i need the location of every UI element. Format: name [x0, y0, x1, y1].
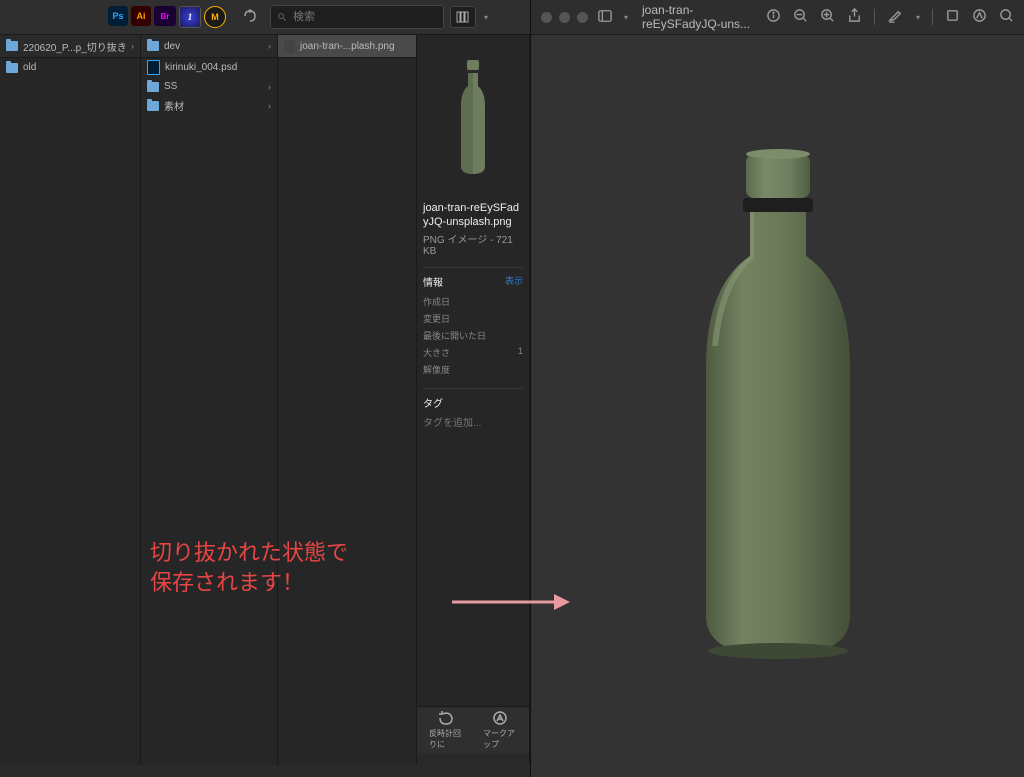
info-icon[interactable] [766, 8, 781, 26]
chevron-down-icon[interactable]: ▾ [624, 13, 628, 22]
row-res: 解像度 [423, 363, 523, 376]
captureone-icon[interactable]: 1 [179, 6, 201, 28]
preview-toolbar: ▾ joan-tran-reEySFadyJQ-uns... ▾ [531, 0, 1024, 35]
chevron-right-icon: › [268, 82, 271, 92]
app-switcher: Ps Ai Br 1 M [108, 6, 226, 28]
chevron-down-icon[interactable]: ▾ [484, 13, 488, 22]
column-1-title: 220620_P...p_切り抜き [23, 39, 127, 54]
search-input[interactable] [291, 10, 437, 24]
boomerang-icon[interactable] [242, 8, 258, 27]
folder-item-sozai[interactable]: 素材 › [141, 96, 277, 115]
column-2: dev › kirinuki_004.psd SS › 素材 › [141, 35, 278, 765]
rotate-label: 反時計回りに [429, 728, 463, 750]
item-label: 素材 [164, 98, 184, 113]
add-tag-field[interactable]: タグを追加... [423, 414, 523, 429]
zoom-in-icon[interactable] [820, 8, 835, 26]
row-size: 大きさ [423, 346, 518, 359]
modo-icon[interactable]: M [204, 6, 226, 28]
show-more-link[interactable]: 表示 [505, 274, 523, 289]
tags-header: タグ [423, 395, 443, 410]
column-3: joan-tran-...plash.png [278, 35, 417, 765]
minimize-icon[interactable] [559, 12, 570, 23]
bottle-image [688, 146, 868, 666]
markup-button[interactable]: マークアップ [483, 710, 517, 750]
psd-icon [147, 60, 160, 75]
column-browser: 220620_P...p_切り抜き › old dev › kirinuki_0… [0, 35, 530, 765]
sidebar-toggle-icon[interactable] [598, 9, 612, 26]
bottle-thumb [455, 58, 491, 178]
share-icon[interactable] [847, 8, 862, 26]
file-item-psd[interactable]: kirinuki_004.psd [141, 58, 277, 77]
preview-canvas[interactable] [531, 35, 1024, 777]
illustrator-icon[interactable]: Ai [131, 6, 151, 26]
markup-icon[interactable] [972, 8, 987, 26]
search-box[interactable] [270, 5, 444, 29]
folder-icon [6, 63, 18, 73]
folder-icon [147, 41, 159, 51]
item-label: kirinuki_004.psd [165, 62, 237, 73]
png-icon [284, 40, 295, 53]
row-modified: 変更日 [423, 312, 523, 325]
folder-item-ss[interactable]: SS › [141, 77, 277, 96]
folder-item-old[interactable]: old [0, 58, 140, 77]
column-1: 220620_P...p_切り抜き › old [0, 35, 141, 765]
row-size-val: 1 [518, 346, 523, 359]
bridge-icon[interactable]: Br [154, 6, 176, 26]
window-controls[interactable] [541, 12, 588, 23]
row-lastopen: 最後に開いた日 [423, 329, 523, 342]
scrollbar[interactable] [417, 753, 529, 765]
item-label: old [23, 62, 36, 73]
file-type: PNG イメージ - 721 KB [423, 231, 523, 257]
column-3-title: joan-tran-...plash.png [300, 41, 395, 52]
preview-title: joan-tran-reEySFadyJQ-uns... [642, 3, 756, 31]
bottom-bar: 反時計回りに マークアップ [417, 706, 529, 753]
preview-window: ▾ joan-tran-reEySFadyJQ-uns... ▾ [531, 0, 1024, 777]
folder-icon [147, 82, 159, 92]
row-created: 作成日 [423, 295, 523, 308]
photoshop-icon[interactable]: Ps [108, 6, 128, 26]
chevron-right-icon: › [268, 101, 271, 111]
column-1-header[interactable]: 220620_P...p_切り抜き › [0, 35, 140, 58]
close-icon[interactable] [541, 12, 552, 23]
item-label: SS [164, 81, 177, 92]
horizontal-scrollbar[interactable] [0, 765, 530, 777]
markup-label: マークアップ [483, 728, 517, 750]
zoom-out-icon[interactable] [793, 8, 808, 26]
column-3-header[interactable]: joan-tran-...plash.png [278, 35, 416, 58]
bridge-toolbar: Ps Ai Br 1 M ▾ [0, 0, 530, 35]
highlight-icon[interactable] [887, 8, 902, 26]
rotate-ccw-button[interactable]: 反時計回りに [429, 710, 463, 750]
thumbnail[interactable] [423, 43, 523, 193]
column-2-header[interactable]: dev › [141, 35, 277, 58]
chevron-down-icon[interactable]: ▾ [916, 13, 920, 22]
chevron-right-icon: › [131, 41, 134, 51]
folder-icon [6, 41, 18, 51]
search-icon[interactable] [999, 8, 1014, 26]
info-header: 情報 [423, 274, 443, 289]
chevron-right-icon: › [268, 41, 271, 51]
folder-icon [147, 101, 159, 111]
column-2-title: dev [164, 41, 180, 52]
search-icon [277, 11, 287, 23]
detail-column: joan-tran-reEySFadyJQ-unsplash.png PNG イ… [417, 35, 530, 765]
view-mode-button[interactable] [450, 6, 476, 28]
rotate-icon[interactable] [945, 8, 960, 26]
fullscreen-icon[interactable] [577, 12, 588, 23]
file-name: joan-tran-reEySFadyJQ-unsplash.png [423, 201, 523, 229]
